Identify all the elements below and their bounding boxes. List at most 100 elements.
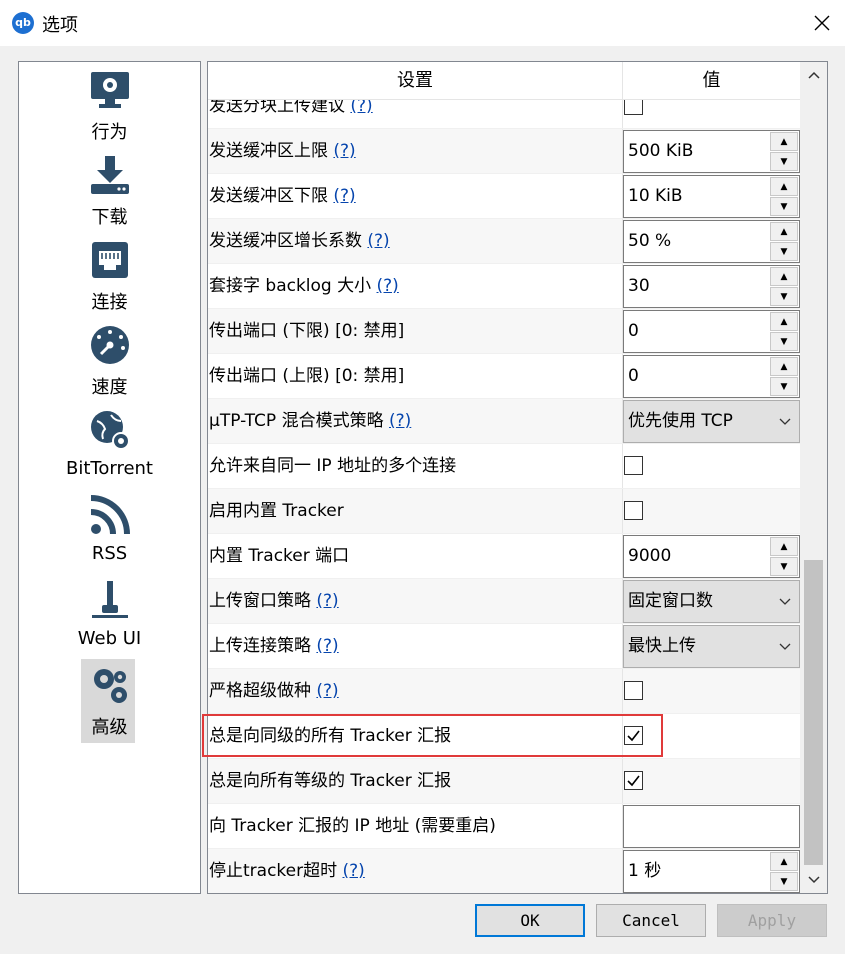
table-row: 严格超级做种 (?) bbox=[208, 669, 800, 714]
chevron-up-icon bbox=[807, 71, 820, 79]
setting-spinbox[interactable]: 10 KiB ▲ ▼ bbox=[623, 175, 800, 218]
help-link[interactable]: (?) bbox=[316, 681, 338, 701]
spin-up-button[interactable]: ▲ bbox=[770, 537, 798, 556]
spinbox-value: 0 bbox=[628, 366, 639, 386]
column-header-setting[interactable]: 设置 bbox=[208, 62, 622, 100]
setting-name: 发送缓冲区下限 (?) bbox=[209, 186, 356, 206]
help-link[interactable]: (?) bbox=[367, 231, 389, 251]
setting-checkbox[interactable] bbox=[624, 501, 643, 520]
help-link[interactable]: (?) bbox=[350, 100, 372, 116]
setting-checkbox[interactable] bbox=[624, 456, 643, 475]
speedometer-icon bbox=[88, 323, 132, 367]
setting-name: 向 Tracker 汇报的 IP 地址 (需要重启) bbox=[209, 816, 496, 836]
table-row: 向 Tracker 汇报的 IP 地址 (需要重启) bbox=[208, 804, 800, 849]
spin-up-button[interactable]: ▲ bbox=[770, 177, 798, 196]
spin-down-button[interactable]: ▼ bbox=[770, 377, 798, 396]
table-row: 上传连接策略 (?) 最快上传 bbox=[208, 624, 800, 669]
category-list: 行为 下载 连接 速度 BitTorrent RSS Web UI 高级 bbox=[18, 61, 201, 894]
help-link[interactable]: (?) bbox=[316, 591, 338, 611]
help-link[interactable]: (?) bbox=[389, 411, 411, 431]
dropdown-value: 固定窗口数 bbox=[628, 591, 713, 611]
close-button[interactable] bbox=[799, 0, 845, 46]
chevron-down-icon bbox=[779, 643, 791, 650]
ok-button[interactable]: OK bbox=[475, 904, 585, 937]
vertical-scrollbar[interactable] bbox=[800, 62, 827, 893]
help-link[interactable]: (?) bbox=[316, 636, 338, 656]
setting-name: 内置 Tracker 端口 bbox=[209, 546, 350, 566]
category-downloads[interactable]: 下载 bbox=[19, 149, 200, 234]
category-bittorrent[interactable]: BitTorrent bbox=[19, 404, 200, 489]
apply-button[interactable]: Apply bbox=[717, 904, 827, 937]
category-label: 连接 bbox=[91, 292, 128, 313]
scrollbar-thumb[interactable] bbox=[804, 560, 823, 865]
spinbox-value: 30 bbox=[628, 276, 650, 296]
help-link[interactable]: (?) bbox=[343, 861, 365, 881]
scroll-down-button[interactable] bbox=[800, 865, 827, 893]
spin-up-button[interactable]: ▲ bbox=[770, 852, 798, 871]
category-rss[interactable]: RSS bbox=[19, 489, 200, 574]
category-label: Web UI bbox=[77, 628, 142, 649]
setting-name: 启用内置 Tracker bbox=[209, 501, 344, 521]
category-label: 速度 bbox=[91, 377, 128, 398]
spin-up-button[interactable]: ▲ bbox=[770, 132, 798, 151]
category-label: RSS bbox=[91, 543, 128, 564]
spin-down-button[interactable]: ▼ bbox=[770, 152, 798, 171]
setting-name: 套接字 backlog 大小 (?) bbox=[209, 276, 399, 296]
table-row: 内置 Tracker 端口 9000 ▲ ▼ bbox=[208, 534, 800, 579]
category-speed[interactable]: 速度 bbox=[19, 319, 200, 404]
setting-checkbox[interactable] bbox=[624, 681, 643, 700]
setting-spinbox[interactable]: 0 ▲ ▼ bbox=[623, 355, 800, 398]
category-advanced[interactable]: 高级 bbox=[19, 659, 200, 744]
download-icon bbox=[88, 153, 132, 197]
setting-dropdown[interactable]: 最快上传 bbox=[623, 625, 800, 668]
setting-spinbox[interactable]: 30 ▲ ▼ bbox=[623, 265, 800, 308]
setting-name: µTP-TCP 混合模式策略 (?) bbox=[209, 411, 412, 431]
column-header-value[interactable]: 值 bbox=[623, 62, 800, 100]
setting-dropdown[interactable]: 优先使用 TCP bbox=[623, 400, 800, 443]
spin-down-button[interactable]: ▼ bbox=[770, 332, 798, 351]
table-row: 套接字 backlog 大小 (?) 30 ▲ ▼ bbox=[208, 264, 800, 309]
announce-ip-input[interactable] bbox=[623, 805, 800, 848]
app-icon: qb bbox=[12, 12, 34, 34]
spinbox-value: 50 % bbox=[628, 231, 672, 251]
help-link[interactable]: (?) bbox=[377, 276, 399, 296]
advanced-settings-table: 设置 值 发送分块上传建议 (?) 发送缓冲区上限 (?) 500 KiB ▲ ▼… bbox=[207, 61, 828, 894]
setting-dropdown[interactable]: 固定窗口数 bbox=[623, 580, 800, 623]
setting-checkbox[interactable] bbox=[624, 771, 643, 790]
category-behavior[interactable]: 行为 bbox=[19, 64, 200, 149]
spin-down-button[interactable]: ▼ bbox=[770, 242, 798, 261]
spin-down-button[interactable]: ▼ bbox=[770, 557, 798, 576]
setting-spinbox[interactable]: 500 KiB ▲ ▼ bbox=[623, 130, 800, 173]
help-link[interactable]: (?) bbox=[333, 141, 355, 161]
setting-name: 上传窗口策略 (?) bbox=[209, 591, 339, 611]
spin-up-button[interactable]: ▲ bbox=[770, 222, 798, 241]
spin-up-button[interactable]: ▲ bbox=[770, 357, 798, 376]
web-ui-plug-icon bbox=[88, 578, 132, 622]
spin-down-button[interactable]: ▼ bbox=[770, 197, 798, 216]
setting-checkbox[interactable] bbox=[624, 726, 643, 745]
setting-spinbox[interactable]: 0 ▲ ▼ bbox=[623, 310, 800, 353]
category-label: 下载 bbox=[91, 207, 128, 228]
setting-spinbox[interactable]: 1 秒 ▲ ▼ bbox=[623, 850, 800, 893]
globe-gear-icon bbox=[88, 408, 132, 452]
category-web-ui[interactable]: Web UI bbox=[19, 574, 200, 659]
setting-name: 严格超级做种 (?) bbox=[209, 681, 339, 701]
spin-down-button[interactable]: ▼ bbox=[770, 287, 798, 306]
table-row: 总是向同级的所有 Tracker 汇报 bbox=[208, 714, 800, 759]
table-row: 传出端口 (上限) [0: 禁用] 0 ▲ ▼ bbox=[208, 354, 800, 399]
table-row: 总是向所有等级的 Tracker 汇报 bbox=[208, 759, 800, 804]
setting-spinbox[interactable]: 9000 ▲ ▼ bbox=[623, 535, 800, 578]
setting-name: 总是向同级的所有 Tracker 汇报 bbox=[209, 726, 452, 746]
setting-checkbox[interactable] bbox=[624, 100, 643, 115]
chevron-down-icon bbox=[779, 418, 791, 425]
setting-spinbox[interactable]: 50 % ▲ ▼ bbox=[623, 220, 800, 263]
checkmark-icon bbox=[627, 775, 640, 787]
ethernet-port-icon bbox=[88, 238, 132, 282]
spin-up-button[interactable]: ▲ bbox=[770, 267, 798, 286]
category-connection[interactable]: 连接 bbox=[19, 234, 200, 319]
help-link[interactable]: (?) bbox=[333, 186, 355, 206]
scroll-up-button[interactable] bbox=[800, 62, 827, 90]
spin-down-button[interactable]: ▼ bbox=[770, 872, 798, 891]
cancel-button[interactable]: Cancel bbox=[596, 904, 706, 937]
spin-up-button[interactable]: ▲ bbox=[770, 312, 798, 331]
